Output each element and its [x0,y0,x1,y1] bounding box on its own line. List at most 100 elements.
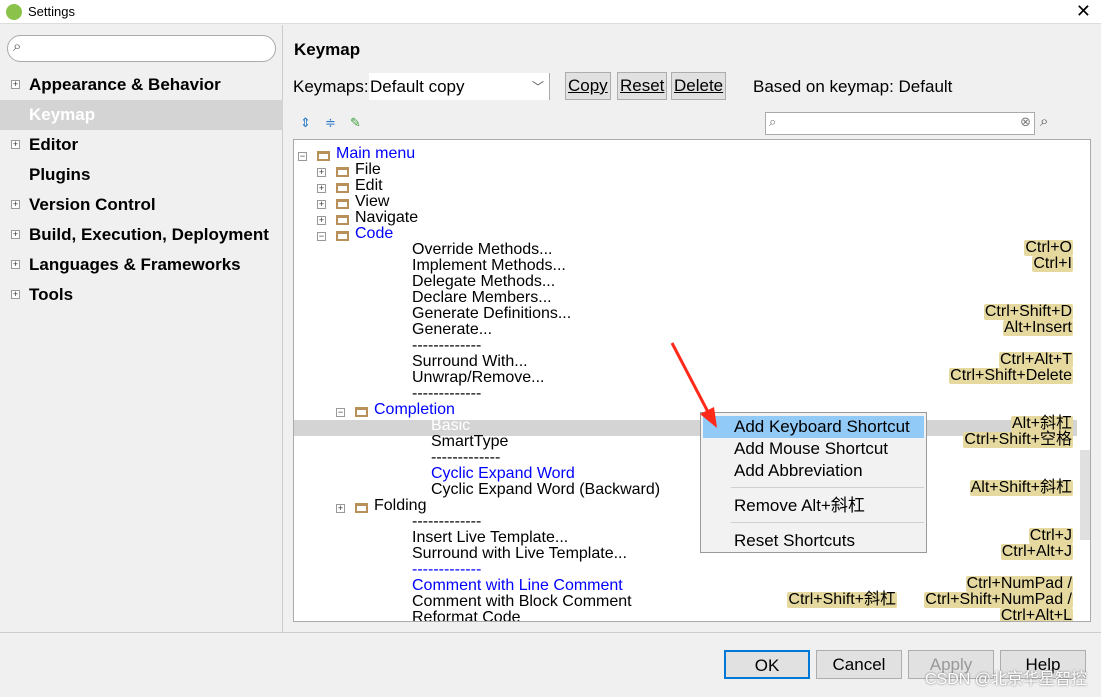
close-icon[interactable]: ✕ [1076,1,1091,22]
tree-row-label: Code [355,225,394,242]
tree-row-label: View [355,193,390,210]
tree-row[interactable]: Cyclic Expand Word [294,466,1077,484]
reset-button[interactable]: Reset [617,72,668,100]
tree-row[interactable]: Reformat Code Ctrl+Alt+L [294,608,1077,622]
shortcut-badge: Ctrl+Shift+Delete [949,367,1073,384]
tree-row-label: ------------- [431,449,501,466]
tree-row[interactable]: + Navigate [294,210,1077,228]
tree-row-label: Comment with Line Comment [412,577,623,594]
expand-all-icon[interactable]: ⇕ [300,115,311,131]
expand-icon[interactable]: + [11,230,20,239]
context-menu-item[interactable]: Add Mouse Shortcut [703,438,924,460]
tree-row[interactable]: − Main menu [294,145,1077,164]
sidebar-item-label: Plugins [29,165,91,184]
context-menu-item[interactable]: Add Keyboard Shortcut [703,416,924,438]
tree-row-label: ------------- [412,513,482,530]
expand-icon[interactable]: + [11,260,20,269]
context-menu-item[interactable]: Reset Shortcuts [703,530,924,552]
tree-row[interactable]: + File [294,161,1077,180]
expand-collapse-icon[interactable]: − [298,152,307,161]
tree-row-label: Comment with Block Comment [412,593,632,610]
search-icon: ⌕ [769,114,777,129]
tree-row[interactable]: + Edit [294,178,1077,196]
settings-search-input[interactable]: ⌕ [7,35,276,62]
sidebar-item[interactable]: + Editor [0,130,283,160]
copy-button[interactable]: Copy [565,72,611,100]
expand-icon[interactable]: + [11,290,20,299]
expand-icon[interactable]: + [11,80,20,89]
folder-icon [336,167,349,177]
shortcut-badge: Ctrl+NumPad / [965,575,1073,592]
sidebar-item[interactable]: + Appearance & Behavior [0,70,283,100]
window-title: Settings [28,4,75,19]
shortcut-badge: Ctrl+Shift+斜杠 [787,591,897,608]
scrollbar[interactable] [1080,450,1090,540]
sidebar-item[interactable]: Keymap [0,100,283,130]
folder-icon [336,199,349,209]
ok-button[interactable]: OK [724,650,810,679]
shortcut-badge: Alt+Shift+斜杠 [969,479,1073,496]
tree-row-label: Generate Definitions... [412,305,572,322]
tree-row-label: Delegate Methods... [412,273,556,290]
keymap-panel: Keymap Keymaps: Default copy ﹀ Copy Reset… [284,25,1101,632]
expand-collapse-icon[interactable]: − [336,408,345,417]
menu-separator [731,522,924,523]
sidebar-item[interactable]: + Languages & Frameworks [0,250,283,280]
shortcut-badge: Alt+Insert [1002,319,1073,336]
tree-row-label: Implement Methods... [412,257,566,274]
expand-icon[interactable]: + [11,140,20,149]
tree-row[interactable]: ------------- [294,449,1077,468]
collapse-all-icon[interactable]: ≑ [325,115,336,131]
tree-row-label: Surround With... [412,353,528,370]
folder-icon [355,503,368,513]
sidebar-item-label: Languages & Frameworks [29,255,241,274]
shortcut-badge: Ctrl+Shift+空格 [963,431,1073,448]
cancel-button[interactable]: Cancel [816,650,902,679]
settings-nav: + Appearance & Behavior Keymap + Editor Plugi… [0,70,283,310]
find-by-shortcut-icon[interactable]: ⌕ [1040,113,1048,130]
shortcut-badge: Ctrl+Alt+L [999,607,1073,622]
tree-row-label: Surround with Live Template... [412,545,627,562]
context-menu-item[interactable]: Add Abbreviation [703,460,924,482]
expand-collapse-icon[interactable]: + [317,168,326,177]
tree-row[interactable]: − Completion [294,402,1077,420]
tree-row-label: ------------- [412,561,482,578]
keymaps-label: Keymaps: [293,77,369,96]
sidebar-item-label: Version Control [29,195,156,214]
shortcut-badge: Ctrl+Alt+J [1000,543,1073,560]
expand-collapse-icon[interactable]: + [317,216,326,225]
clear-icon[interactable]: ⊗ [1020,114,1031,130]
tree-row-label: File [355,161,381,178]
expand-collapse-icon[interactable]: + [317,200,326,209]
expand-collapse-icon[interactable]: + [317,184,326,193]
tree-row-label: Reformat Code [412,609,521,622]
sidebar-item[interactable]: Plugins [0,160,283,190]
delete-button[interactable]: Delete [671,72,727,100]
sidebar-item[interactable]: + Version Control [0,190,283,220]
tree-row-label: ------------- [412,337,482,354]
sidebar-item[interactable]: + Tools [0,280,283,310]
folder-icon [355,407,368,417]
page-title: Keymap [294,40,361,59]
sidebar-item-label: Keymap [29,105,96,124]
settings-sidebar: ⌕ + Appearance & Behavior Keymap + Editor Plu… [0,25,283,632]
watermark: CSDN @北京华星智控 [924,671,1087,688]
tree-row-label: Generate... [412,321,493,338]
keymap-select-value: Default copy [370,77,465,96]
tree-row[interactable]: Basic Alt+斜杠 [294,416,1077,436]
expand-collapse-icon[interactable]: + [336,504,345,513]
android-studio-logo-icon [6,4,22,20]
tree-row-label: Unwrap/Remove... [412,369,545,386]
tree-row[interactable]: SmartType Ctrl+Shift+空格 [294,432,1077,452]
tree-row-label: Folding [374,497,427,514]
expand-collapse-icon[interactable]: − [317,232,326,241]
keymap-select[interactable]: Default copy ﹀ [369,73,550,100]
expand-icon[interactable]: + [11,200,20,209]
tree-row-label: Cyclic Expand Word (Backward) [431,481,661,498]
sidebar-item[interactable]: + Build, Execution, Deployment [0,220,283,250]
tree-row-label: Main menu [336,145,416,162]
edit-pencil-icon[interactable]: ✎ [350,115,361,131]
context-menu-item[interactable]: Remove Alt+斜杠 [703,495,924,517]
search-icon: ⌕ [13,38,22,55]
filter-search-input[interactable]: ⌕ ⊗ [765,112,1035,135]
